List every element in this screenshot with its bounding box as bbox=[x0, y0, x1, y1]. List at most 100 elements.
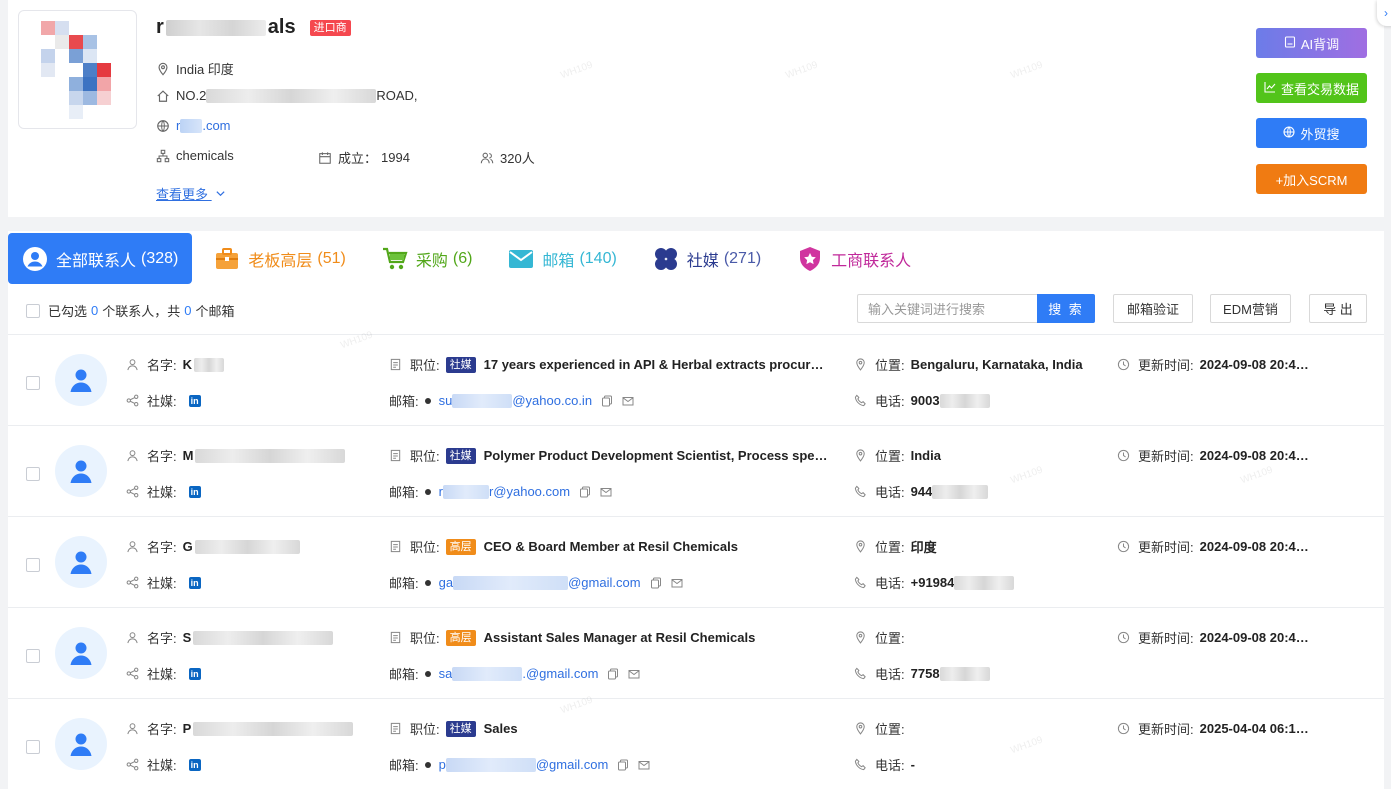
email-value[interactable]: sa .@gmail.com bbox=[439, 666, 599, 681]
email-prefix[interactable]: su bbox=[439, 393, 453, 408]
tab-label: 全部联系人 bbox=[56, 252, 137, 270]
email-prefix[interactable]: p bbox=[439, 757, 446, 772]
email-suffix[interactable]: @gmail.com bbox=[536, 757, 608, 772]
address-redacted bbox=[206, 88, 377, 103]
copy-icon[interactable] bbox=[617, 759, 629, 771]
location-value: Bengaluru, Karnataka, India bbox=[910, 357, 1083, 372]
phone-icon bbox=[854, 394, 867, 407]
tab-email[interactable]: 邮箱 (140) bbox=[494, 233, 630, 284]
email-label: 邮箱: bbox=[389, 576, 419, 591]
title-tag: 高层 bbox=[445, 538, 476, 555]
linkedin-icon[interactable]: in bbox=[188, 485, 201, 498]
see-more-label[interactable]: 查看更多 bbox=[156, 187, 208, 202]
contact-row[interactable]: 名字: G 社媒: in 职位: 高层 CEO & Board Member a… bbox=[8, 516, 1384, 607]
linkedin-icon[interactable]: in bbox=[188, 758, 201, 771]
updated-value: 2024-09-08 20:41:12 bbox=[1199, 357, 1310, 372]
tab-all-contacts[interactable]: 全部联系人 (328) bbox=[8, 233, 193, 284]
contact-row[interactable]: 名字: M 社媒: in 职位: 社媒 Polymer Product Deve… bbox=[8, 425, 1384, 516]
email-suffix[interactable]: .@gmail.com bbox=[522, 666, 598, 681]
email-value[interactable]: p @gmail.com bbox=[439, 757, 609, 772]
location-value: 印度 bbox=[910, 540, 937, 555]
location-pin-icon bbox=[854, 722, 867, 735]
see-more-link[interactable]: 查看更多 bbox=[156, 184, 226, 203]
mail-icon[interactable] bbox=[600, 486, 612, 498]
contact-row[interactable]: 名字: K 社媒: in 职位: 社媒 17 years experienced… bbox=[8, 334, 1384, 425]
expand-panel-button[interactable]: › bbox=[1377, 0, 1391, 26]
contact-social: 社媒: in bbox=[126, 573, 201, 592]
location-value: India bbox=[910, 448, 941, 463]
tab-executives[interactable]: 老板高层 (51) bbox=[200, 233, 359, 284]
location-label: 位置: bbox=[875, 358, 905, 373]
title-tag: 高层 bbox=[445, 629, 476, 646]
contact-checkbox[interactable] bbox=[26, 558, 40, 572]
add-to-scrm-button[interactable]: +加入SCRM bbox=[1256, 164, 1367, 194]
mail-icon[interactable] bbox=[622, 395, 634, 407]
email-value[interactable]: r r@yahoo.com bbox=[439, 484, 570, 499]
contact-phone: 电话: +91984 bbox=[854, 573, 1015, 592]
tab-label: 邮箱 bbox=[542, 252, 575, 270]
document-icon bbox=[389, 540, 402, 553]
contact-updated: 更新时间: 2024-09-08 20:41:12 bbox=[1117, 446, 1310, 465]
copy-icon[interactable] bbox=[601, 395, 613, 407]
email-status-dot bbox=[424, 488, 431, 495]
contact-location: 位置: Bengaluru, Karnataka, India bbox=[854, 355, 1083, 374]
phone-value: 7758 bbox=[910, 666, 940, 681]
clock-icon bbox=[1117, 449, 1130, 462]
email-prefix[interactable]: sa bbox=[439, 666, 453, 681]
copy-icon[interactable] bbox=[579, 486, 591, 498]
linkedin-icon[interactable]: in bbox=[188, 576, 201, 589]
contact-checkbox[interactable] bbox=[26, 740, 40, 754]
email-label: 邮箱: bbox=[389, 758, 419, 773]
contact-updated: 更新时间: 2024-09-08 20:41:12 bbox=[1117, 628, 1310, 647]
select-all-checkbox[interactable] bbox=[26, 303, 40, 318]
view-trade-data-button[interactable]: 查看交易数据 bbox=[1256, 73, 1367, 103]
email-value[interactable]: ga @gmail.com bbox=[439, 575, 641, 590]
website-suffix[interactable]: .com bbox=[202, 118, 230, 133]
location-pin-icon bbox=[854, 449, 867, 462]
share-icon bbox=[126, 758, 139, 771]
keyword-search-input[interactable]: 输入关键词进行搜索 bbox=[857, 294, 1037, 323]
email-verify-button[interactable]: 邮箱验证 bbox=[1113, 294, 1193, 323]
selected-contacts-count: 0 bbox=[91, 303, 99, 318]
title-label: 职位: bbox=[410, 631, 440, 646]
email-suffix[interactable]: @gmail.com bbox=[568, 575, 640, 590]
search-button[interactable]: 搜 索 bbox=[1037, 294, 1095, 323]
phone-label: 电话: bbox=[875, 394, 905, 409]
company-name-suffix: als bbox=[267, 16, 296, 38]
ai-background-check-button[interactable]: AI背调 bbox=[1256, 28, 1367, 58]
contact-email: 邮箱: r r@yahoo.com bbox=[389, 482, 612, 501]
tab-purchasing[interactable]: 采购 (6) bbox=[368, 233, 487, 284]
location-label: 位置: bbox=[875, 540, 905, 555]
trade-search-button[interactable]: 外贸搜 bbox=[1256, 118, 1367, 148]
contact-checkbox[interactable] bbox=[26, 467, 40, 481]
email-suffix[interactable]: r@yahoo.com bbox=[489, 484, 570, 499]
company-name-prefix: r bbox=[156, 16, 164, 38]
export-button[interactable]: 导 出 bbox=[1309, 294, 1367, 323]
name-value: K bbox=[182, 357, 193, 372]
linkedin-icon[interactable]: in bbox=[188, 394, 201, 407]
clover-icon bbox=[653, 246, 679, 272]
user-icon bbox=[126, 540, 139, 553]
copy-icon[interactable] bbox=[650, 577, 662, 589]
contact-row[interactable]: 名字: S 社媒: in 职位: 高层 Assistant Sales Mana… bbox=[8, 607, 1384, 698]
founded-label: 成立： bbox=[338, 151, 378, 166]
phone-redacted bbox=[954, 575, 1015, 590]
contact-checkbox[interactable] bbox=[26, 376, 40, 390]
linkedin-icon[interactable]: in bbox=[188, 667, 201, 680]
mail-icon[interactable] bbox=[628, 668, 640, 680]
copy-icon[interactable] bbox=[607, 668, 619, 680]
mail-icon[interactable] bbox=[671, 577, 683, 589]
edm-marketing-button[interactable]: EDM营销 bbox=[1210, 294, 1291, 323]
company-website[interactable]: r .com bbox=[156, 118, 231, 133]
contact-social: 社媒: in bbox=[126, 482, 201, 501]
tab-business-contacts[interactable]: 工商联系人 bbox=[783, 233, 925, 284]
name-redacted bbox=[195, 448, 346, 463]
email-suffix[interactable]: @yahoo.co.in bbox=[512, 393, 592, 408]
email-status-dot bbox=[424, 761, 431, 768]
mail-icon[interactable] bbox=[638, 759, 650, 771]
contact-checkbox[interactable] bbox=[26, 649, 40, 663]
contact-row[interactable]: 名字: P 社媒: in 职位: 社媒 Sales 邮箱: p @gmail.c… bbox=[8, 698, 1384, 789]
email-prefix[interactable]: ga bbox=[439, 575, 453, 590]
tab-social-media[interactable]: 社媒 (271) bbox=[639, 233, 775, 284]
email-value[interactable]: su @yahoo.co.in bbox=[439, 393, 592, 408]
